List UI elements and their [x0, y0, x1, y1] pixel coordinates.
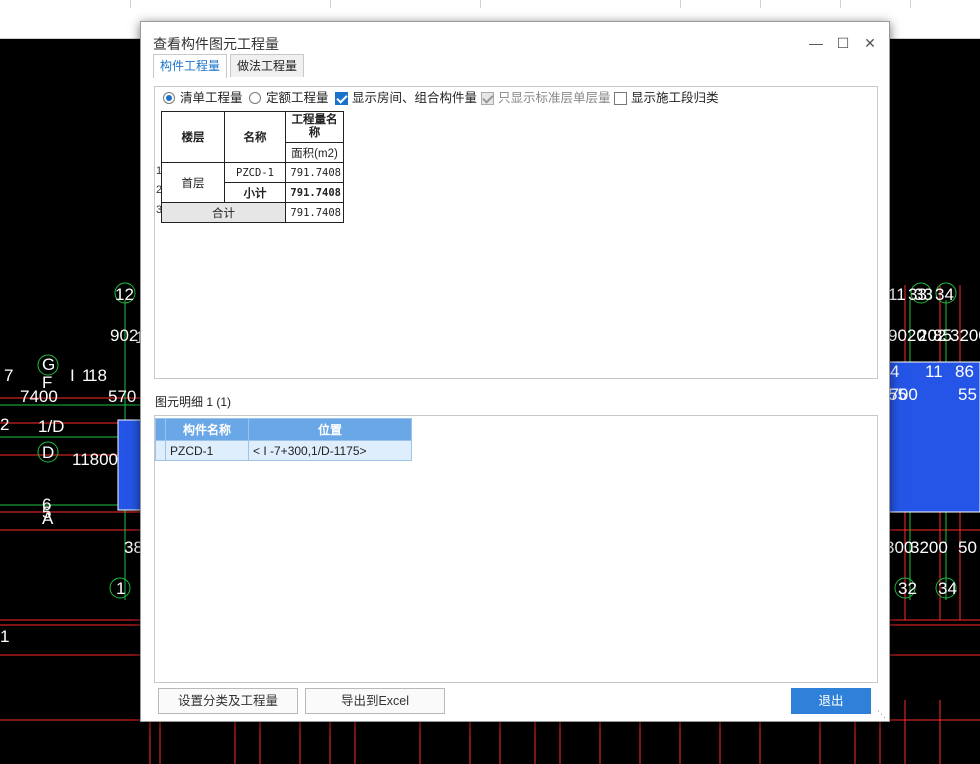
cell-floor: 首层: [161, 162, 225, 203]
quantity-panel: 清单工程量 定额工程量 显示房间、组合构件量 只显示标准层单层量 显示施工段归类…: [154, 86, 878, 379]
toolbar-divider: [680, 0, 681, 8]
header-quantity: 工程量名称: [285, 111, 344, 143]
checkbox-icon: [481, 92, 494, 105]
radio-icon[interactable]: [249, 92, 261, 104]
cad-label: 12: [115, 285, 134, 304]
cell-name: 小计: [224, 182, 286, 203]
cad-label: 3200: [950, 326, 980, 345]
cad-label: 7400: [20, 387, 58, 406]
cad-label: 18: [88, 366, 107, 385]
cad-label: 33: [914, 285, 933, 304]
header-name: 名称: [224, 111, 286, 163]
toolbar-divider: [330, 0, 331, 8]
header-component-name: 构件名称: [165, 418, 249, 441]
cad-label: 2: [0, 415, 9, 434]
toolbar-divider: [840, 0, 841, 8]
dialog-title: 查看构件图元工程量: [153, 36, 279, 52]
toolbar-divider: [910, 0, 911, 8]
cad-label: 4: [890, 362, 899, 381]
cad-label: 11800: [72, 450, 118, 469]
cad-label: 1: [0, 627, 9, 646]
cad-label: 50: [958, 538, 977, 557]
cad-label: 570: [108, 387, 136, 406]
cad-label: 7: [4, 366, 13, 385]
checkbox-icon[interactable]: [614, 92, 627, 105]
cad-label: 86: [955, 362, 974, 381]
header-area: 面积(m2): [285, 142, 344, 163]
toolbar-divider: [480, 0, 481, 8]
cell-name: PZCD-1: [224, 162, 286, 183]
tab-component-quantity[interactable]: 构件工程量: [153, 54, 228, 78]
cad-label: 55: [958, 385, 977, 404]
cad-label: 1: [116, 579, 125, 598]
cad-label: A: [42, 509, 54, 528]
cell-total-label: 合计: [161, 202, 286, 223]
checkbox-icon[interactable]: [335, 92, 348, 105]
table-row[interactable]: 合计 791.7408: [161, 202, 344, 223]
detail-title: 图元明细 1 (1): [155, 395, 232, 409]
header-rownum: [155, 418, 166, 441]
cell-area: 791.7408: [285, 182, 344, 203]
settings-button[interactable]: 设置分类及工程量: [158, 688, 298, 714]
cad-label: 32: [898, 579, 917, 598]
toolbar-divider: [760, 0, 761, 8]
table-row[interactable]: 首层 PZCD-1 791.7408: [161, 162, 344, 203]
header-floor: 楼层: [161, 111, 225, 163]
cell-component-name: PZCD-1: [165, 440, 249, 461]
cad-label: 11: [925, 362, 943, 381]
close-icon[interactable]: ✕: [859, 32, 881, 54]
export-excel-button[interactable]: 导出到Excel: [305, 688, 445, 714]
cad-label: 11: [888, 285, 906, 304]
cad-label: D: [42, 443, 54, 462]
quantity-dialog: 查看构件图元工程量 — ☐ ✕ 构件工程量 做法工程量 清单工程量 定额工程量 …: [140, 21, 890, 722]
toolbar-divider: [130, 0, 131, 8]
maximize-icon[interactable]: ☐: [832, 32, 854, 54]
detail-panel: 1 构件名称 位置 PZCD-1 < I -7+300,1/D-1175>: [154, 415, 878, 683]
detail-table: 构件名称 位置 PZCD-1 < I -7+300,1/D-1175>: [155, 418, 412, 461]
cad-label: 34: [938, 579, 957, 598]
cell-total-area: 791.7408: [285, 202, 344, 223]
cad-fill-block: [117, 419, 143, 511]
quantity-table: 楼层 名称 工程量名称 面积(m2) 首层 PZCD-1 791.7408 小计…: [161, 111, 344, 223]
radio-icon[interactable]: [163, 92, 175, 104]
cad-label: I: [70, 366, 75, 385]
cad-label: 1/D: [38, 417, 64, 436]
cad-label: 3200: [910, 538, 948, 557]
minimize-icon[interactable]: —: [805, 32, 827, 54]
cad-label: G: [42, 355, 55, 374]
resize-grip-icon[interactable]: ⋱: [877, 709, 887, 719]
cell-position: < I -7+300,1/D-1175>: [248, 440, 412, 461]
cad-label: 34: [935, 285, 954, 304]
exit-button[interactable]: 退出: [791, 688, 871, 714]
table-row[interactable]: PZCD-1 < I -7+300,1/D-1175>: [155, 440, 412, 461]
header-position: 位置: [248, 418, 412, 441]
cell-rownum: [155, 440, 166, 461]
cell-area: 791.7408: [285, 162, 344, 183]
tab-method-quantity[interactable]: 做法工程量: [230, 54, 305, 77]
